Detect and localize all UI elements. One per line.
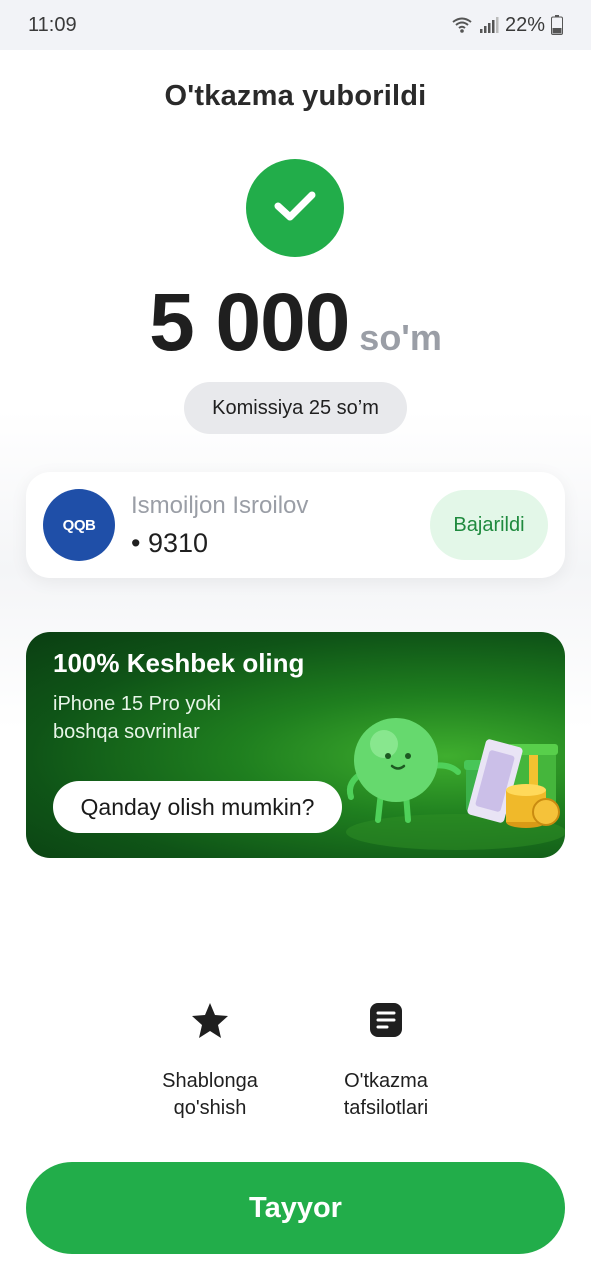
document-icon <box>369 1001 403 1044</box>
promo-how-to-get-button[interactable]: Qanday olish mumkin? <box>53 781 342 833</box>
battery-icon <box>551 15 563 35</box>
mascot-gifts-illustration <box>346 718 565 850</box>
add-to-templates-button[interactable]: Shablonga qo'shish <box>130 998 290 1122</box>
bank-logo-text: QQB <box>62 516 96 534</box>
status-bar: 11:09 22% <box>0 0 591 50</box>
battery-percent: 22% <box>504 13 545 36</box>
success-badge <box>246 159 344 257</box>
promo-subtitle-line2: boshqa sovrinlar <box>53 721 200 743</box>
add-to-templates-label-line1: Shablonga <box>162 1070 258 1092</box>
recipient-card[interactable]: QQB Ismoiljon Isroilov • 9310 Bajarildi <box>26 472 565 578</box>
amount-value: 5 000 <box>149 277 350 368</box>
checkmark-icon <box>273 189 317 228</box>
promo-title: 100% Keshbek oling <box>53 648 305 678</box>
add-to-templates-label: Shablonga qo'shish <box>130 1068 290 1122</box>
page-title: O'tkazma yuborildi <box>164 80 427 112</box>
add-to-templates-label-line2: qo'shish <box>173 1097 247 1119</box>
transfer-details-label-line1: O'tkazma <box>344 1070 428 1092</box>
status-time: 11:09 <box>28 13 77 36</box>
wifi-icon <box>451 16 473 34</box>
star-icon <box>190 1001 230 1044</box>
promo-subtitle-line1: iPhone 15 Pro yoki <box>53 693 221 715</box>
recipient-card-number: • 9310 <box>131 528 209 558</box>
signal-icon <box>479 16 499 34</box>
done-button[interactable]: Tayyor <box>26 1162 565 1254</box>
transfer-details-label-line2: tafsilotlari <box>343 1097 429 1119</box>
transfer-details-button[interactable]: O'tkazma tafsilotlari <box>306 998 466 1122</box>
transfer-amount: 5 000 so'm <box>0 276 591 370</box>
recipient-name: Ismoiljon Isroilov <box>131 492 309 519</box>
transfer-status-badge: Bajarildi <box>430 490 548 560</box>
transfer-details-label: O'tkazma tafsilotlari <box>306 1068 466 1122</box>
promo-subtitle: iPhone 15 Pro yoki boshqa sovrinlar <box>53 690 313 746</box>
commission-badge: Komissiya 25 so’m <box>184 382 407 434</box>
bank-logo: QQB <box>43 489 115 561</box>
status-icons: 22% <box>451 14 563 37</box>
cashback-promo-banner[interactable]: 100% Keshbek oling iPhone 15 Pro yoki bo… <box>26 632 565 858</box>
amount-currency: so'm <box>359 317 442 358</box>
